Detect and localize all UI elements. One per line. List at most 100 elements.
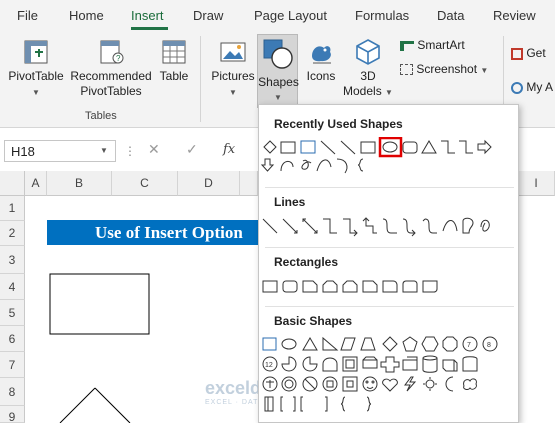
shape-down-arrow <box>260 158 275 172</box>
table-icon <box>162 40 186 64</box>
icons-icon <box>312 46 331 64</box>
smartart-button[interactable]: SmartArt <box>400 38 465 52</box>
column-header-c[interactable]: C <box>112 171 178 196</box>
chevron-down-icon[interactable]: ▼ <box>100 146 108 155</box>
active-tab-indicator <box>131 27 168 30</box>
person-icon <box>511 81 523 94</box>
pictures-label: Pictures <box>211 69 255 83</box>
shape-rounded-rect <box>402 141 418 154</box>
tab-review[interactable]: Review <box>493 8 536 23</box>
shapes-icon <box>263 39 293 69</box>
screenshot-label: Screenshot <box>416 62 478 76</box>
pivottable-icon <box>24 40 48 64</box>
shape-arc <box>316 159 332 172</box>
3d-models-button[interactable]: 3D Models ▼ <box>342 38 394 100</box>
svg-text:7: 7 <box>467 342 471 349</box>
section-title-lines: Lines <box>274 195 306 209</box>
row-header-5[interactable]: 5 <box>0 300 25 326</box>
shapes-button[interactable]: Shapes ▼ <box>257 34 299 108</box>
shape-line-2 <box>340 140 356 155</box>
store-icon <box>511 47 523 60</box>
divider <box>265 187 514 188</box>
column-header-d[interactable]: D <box>178 171 240 196</box>
chevron-down-icon: ▼ <box>274 93 282 102</box>
pictures-icon <box>220 42 246 62</box>
basic-shapes-grid: 7 8 12 <box>262 336 498 412</box>
tab-home[interactable]: Home <box>69 8 104 23</box>
shape-rect-2 <box>360 141 376 154</box>
shape-oval <box>382 141 398 153</box>
shape-right-arrow <box>477 139 492 155</box>
smartart-label: SmartArt <box>417 38 465 52</box>
get-addins-label: Get <box>526 46 546 60</box>
row-header-1[interactable]: 1 <box>0 196 25 221</box>
icons-button[interactable]: Icons <box>303 38 339 84</box>
screenshot-button[interactable]: Screenshot ▼ <box>400 62 488 76</box>
tab-draw[interactable]: Draw <box>193 8 223 23</box>
shape-diamond <box>263 140 277 154</box>
group-label-tables: Tables <box>85 110 117 122</box>
recommended-pivottables-icon: ? <box>100 40 124 64</box>
shapes-gallery-menu: Recently Used Shapes Lines Rectangles Ba… <box>258 104 519 423</box>
sheet-title-cell[interactable]: Use of Insert Option <box>47 220 262 245</box>
icons-label: Icons <box>306 69 336 83</box>
shape-elbow <box>441 140 455 154</box>
tab-insert[interactable]: Insert <box>131 8 164 23</box>
section-title-recent: Recently Used Shapes <box>274 117 403 131</box>
tab-data[interactable]: Data <box>437 8 464 23</box>
diamond-shape[interactable] <box>59 387 131 423</box>
chevron-down-icon: ▼ <box>480 66 489 75</box>
row-header-3[interactable]: 3 <box>0 246 25 274</box>
row-header-8[interactable]: 8 <box>0 378 25 406</box>
row-header-4[interactable]: 4 <box>0 274 25 300</box>
recommended-label-line2: PivotTables <box>80 84 142 98</box>
table-button[interactable]: Table <box>156 38 192 84</box>
row-header-6[interactable]: 6 <box>0 326 25 352</box>
table-label: Table <box>159 69 189 83</box>
svg-text:12: 12 <box>265 362 273 369</box>
3d-models-label-line2: Models <box>343 84 382 98</box>
tab-file[interactable]: File <box>17 8 38 23</box>
shapes-label: Shapes <box>258 75 299 89</box>
my-addins-label: My A <box>526 80 554 94</box>
recent-shapes-row <box>260 137 492 174</box>
shape-brace <box>357 158 364 172</box>
row-header-9[interactable]: 9 <box>0 406 25 423</box>
pictures-button[interactable]: Pictures ▼ <box>210 38 256 100</box>
row-header-7[interactable]: 7 <box>0 352 25 378</box>
my-addins-button[interactable]: My A <box>511 80 553 94</box>
chevron-down-icon: ▼ <box>385 88 393 97</box>
svg-text:8: 8 <box>487 342 491 349</box>
select-all-corner[interactable] <box>0 171 25 196</box>
group-separator <box>200 36 201 122</box>
row-header-2[interactable]: 2 <box>0 221 25 246</box>
shape-arc-2 <box>336 158 348 174</box>
section-title-rectangles: Rectangles <box>274 255 339 269</box>
tab-page-layout[interactable]: Page Layout <box>254 8 327 23</box>
more-icon: ⋮ <box>124 144 136 158</box>
shape-rectangle <box>280 141 296 154</box>
column-header-e[interactable] <box>240 171 258 196</box>
divider <box>265 306 514 307</box>
enter-icon[interactable]: ✓ <box>186 141 198 158</box>
cancel-icon[interactable]: ✕ <box>148 141 160 158</box>
tab-formulas[interactable]: Formulas <box>355 8 409 23</box>
smartart-icon <box>400 40 414 51</box>
column-header-b[interactable]: B <box>47 171 112 196</box>
3d-models-label-line1: 3D <box>360 69 376 83</box>
recommended-label-line1: Recommended <box>70 69 152 83</box>
pivottable-button[interactable]: PivotTable ▼ <box>6 38 66 100</box>
column-header-a[interactable]: A <box>25 171 47 196</box>
screenshot-icon <box>400 64 413 76</box>
recommended-pivottables-button[interactable]: ? Recommended PivotTables <box>68 38 154 99</box>
lines-row <box>262 217 490 237</box>
get-addins-button[interactable]: Get <box>511 46 546 60</box>
shape-elbow-2 <box>459 140 473 154</box>
section-title-basic: Basic Shapes <box>274 314 353 328</box>
insert-function-icon[interactable]: fx <box>223 142 235 157</box>
column-header-i[interactable]: I <box>518 171 555 196</box>
rectangle-shape[interactable] <box>49 273 150 335</box>
drawn-shapes <box>49 273 150 423</box>
shape-triangle <box>421 140 437 154</box>
svg-text:?: ? <box>116 54 121 63</box>
